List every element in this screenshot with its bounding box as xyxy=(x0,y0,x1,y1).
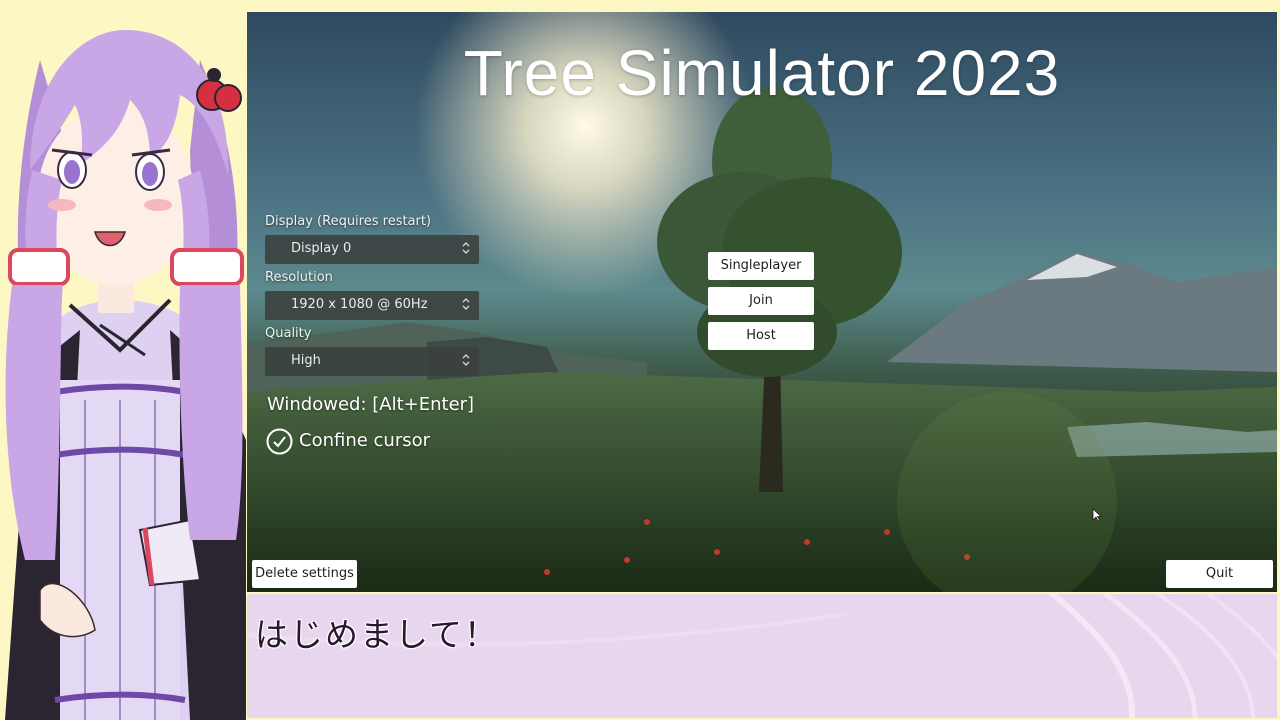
subtitle-text: はじめまして！ xyxy=(255,615,500,654)
resolution-select[interactable]: 1920 x 1080 @ 60Hz xyxy=(265,291,479,320)
display-label: Display (Requires restart) xyxy=(265,214,432,229)
resolution-value: 1920 x 1080 @ 60Hz xyxy=(291,297,428,312)
game-window: Tree Simulator 2023 Display (Requires re… xyxy=(247,12,1277,592)
mouse-pointer-icon xyxy=(1092,508,1102,522)
windowed-hint: Windowed: [Alt+Enter] xyxy=(267,394,475,415)
display-select[interactable]: Display 0 xyxy=(265,235,479,264)
quality-select[interactable]: High xyxy=(265,347,479,376)
quit-button[interactable]: Quit xyxy=(1166,560,1273,588)
check-circle-icon xyxy=(266,428,293,455)
resolution-label: Resolution xyxy=(265,270,333,285)
quality-label: Quality xyxy=(265,326,312,341)
singleplayer-button[interactable]: Singleplayer xyxy=(708,252,814,280)
character-illustration xyxy=(5,30,246,720)
chevron-up-down-icon xyxy=(462,242,470,254)
delete-settings-button[interactable]: Delete settings xyxy=(252,560,357,588)
quality-value: High xyxy=(291,353,321,368)
game-title: Tree Simulator 2023 xyxy=(463,37,1061,109)
confine-cursor-label: Confine cursor xyxy=(299,430,431,451)
chevron-up-down-icon xyxy=(462,298,470,310)
join-button[interactable]: Join xyxy=(708,287,814,315)
chevron-up-down-icon xyxy=(462,354,470,366)
display-value: Display 0 xyxy=(291,241,352,256)
subtitle-box: はじめまして！ xyxy=(247,594,1277,718)
host-button[interactable]: Host xyxy=(708,322,814,350)
